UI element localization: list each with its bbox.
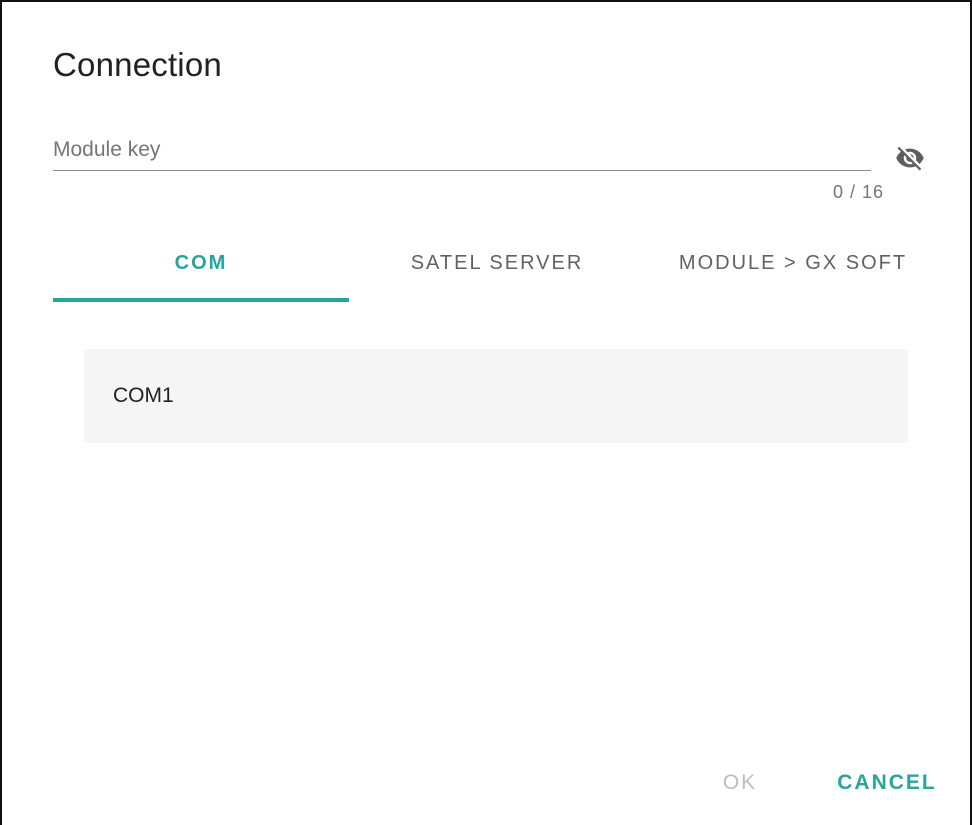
visibility-off-icon[interactable] xyxy=(895,143,925,173)
active-tab-indicator xyxy=(53,298,349,302)
connection-tabs: COM SATEL SERVER MODULE > GX SOFT xyxy=(53,224,941,304)
module-key-field xyxy=(53,124,871,176)
connection-dialog: Connection 0 / 16 COM SATEL SERVER MODUL… xyxy=(0,0,972,825)
tab-module-gx-soft[interactable]: MODULE > GX SOFT xyxy=(645,224,941,302)
tab-com[interactable]: COM xyxy=(53,224,349,302)
tab-satel-server[interactable]: SATEL SERVER xyxy=(349,224,645,302)
com-port-list: COM1 xyxy=(84,349,908,443)
cancel-button[interactable]: CANCEL xyxy=(822,762,952,804)
module-key-input[interactable] xyxy=(53,130,871,171)
ok-button[interactable]: OK xyxy=(702,762,778,804)
list-item-com1[interactable]: COM1 xyxy=(84,349,908,443)
character-counter: 0 / 16 xyxy=(832,182,884,202)
dialog-title: Connection xyxy=(53,46,222,83)
